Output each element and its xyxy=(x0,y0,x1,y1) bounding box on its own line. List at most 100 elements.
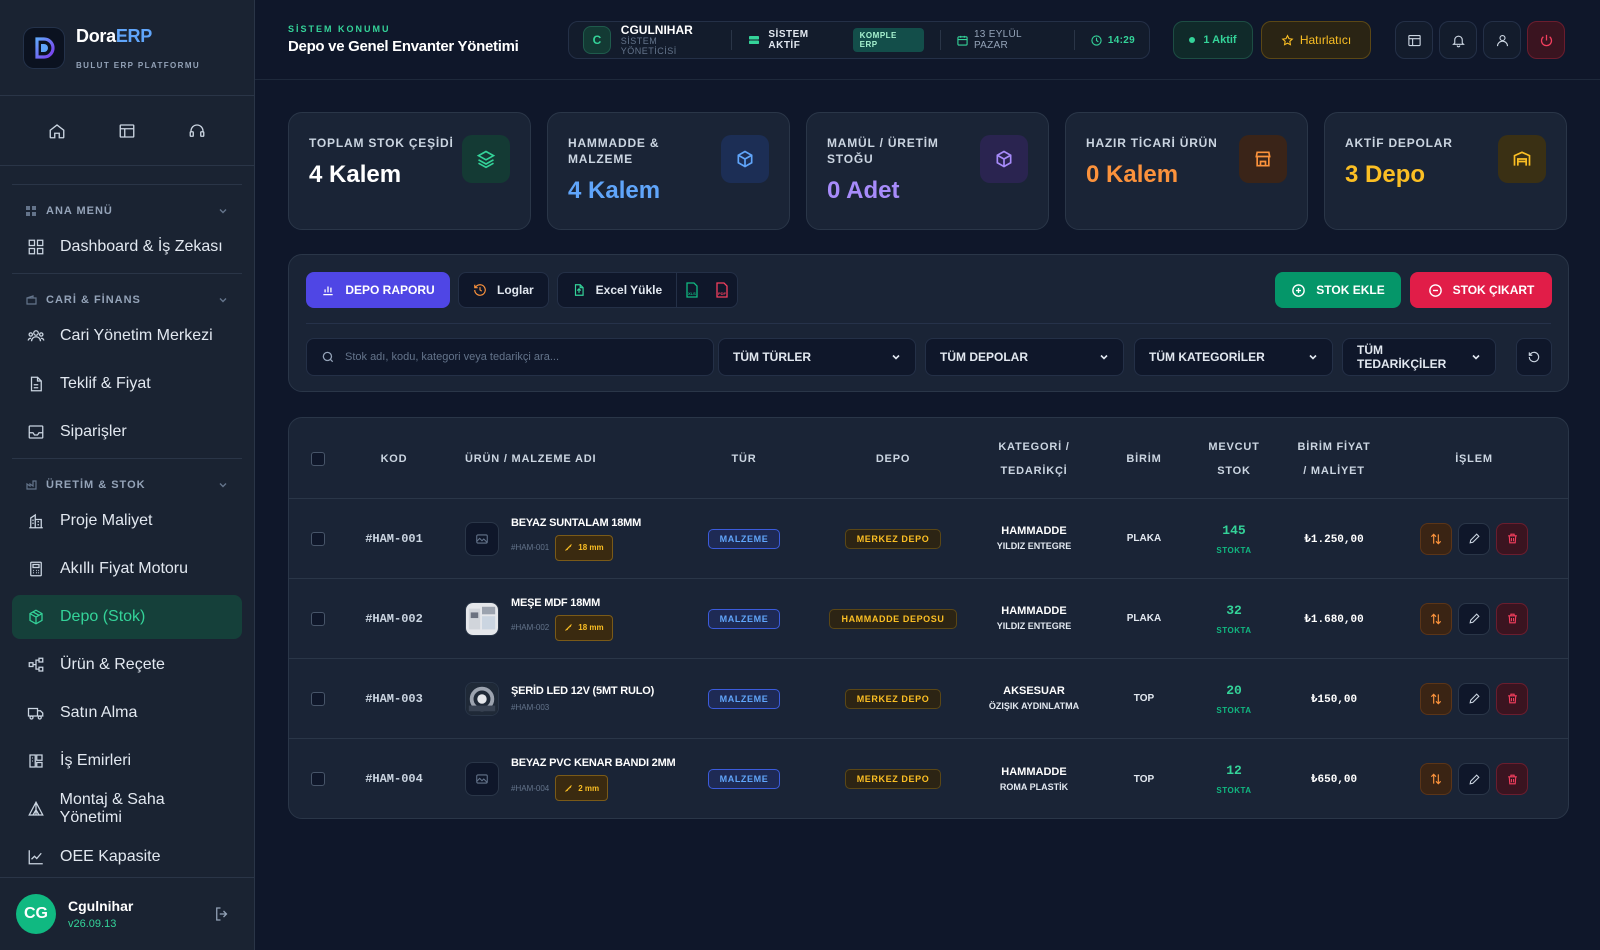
remove-stock-button[interactable]: STOK ÇIKART xyxy=(1410,272,1552,308)
layout-icon[interactable] xyxy=(113,117,141,145)
col-price[interactable]: BİRİM FİYAT / MALİYET xyxy=(1279,418,1389,499)
pencil-icon xyxy=(1468,533,1480,544)
layers-icon xyxy=(462,135,510,183)
ruler-icon xyxy=(565,784,573,792)
sidebar-item-oee[interactable]: OEE Kapasite xyxy=(12,835,242,879)
sidebar-item-teklif[interactable]: Teklif & Fiyat xyxy=(12,362,242,406)
row-checkbox[interactable] xyxy=(311,611,325,626)
sidebar-item-siparisler[interactable]: Siparişler xyxy=(12,410,242,454)
col-code[interactable]: KOD xyxy=(349,418,439,499)
edit-button[interactable] xyxy=(1458,763,1490,795)
table-row[interactable]: #HAM-004 BEYAZ PVC KENAR BANDI 2MM #HAM-… xyxy=(289,739,1568,818)
delete-button[interactable] xyxy=(1496,682,1528,715)
supplier-name: YILDIZ ENTEGRE xyxy=(996,621,1072,632)
excel-upload-button[interactable]: Excel Yükle xyxy=(558,273,678,307)
chevron-down-icon xyxy=(1308,352,1318,362)
col-depot[interactable]: DEPO xyxy=(813,418,973,499)
section-header[interactable]: ANA MENÜ xyxy=(12,199,242,223)
delete-button[interactable] xyxy=(1496,763,1528,795)
actions-cell xyxy=(1409,739,1539,818)
edit-button[interactable] xyxy=(1458,522,1490,555)
stock-move-button[interactable] xyxy=(1420,763,1452,795)
sidebar-item-cari[interactable]: Cari Yönetim Merkezi xyxy=(12,314,242,358)
table-row[interactable]: #HAM-003 ŞERİD LED 12V (5MT RULO) #HAM-0… xyxy=(289,659,1568,739)
product-cell: ŞERİD LED 12V (5MT RULO) #HAM-003 xyxy=(465,659,654,738)
sidebar-item-label: Satın Alma xyxy=(60,704,138,721)
sidebar-item-dashboard[interactable]: Dashboard & İş Zekası xyxy=(12,225,242,269)
unit-cell: TOP xyxy=(1133,693,1155,704)
stat-card-depots: AKTİF DEPOLAR 3 Depo xyxy=(1324,112,1567,230)
stock-status: STOKTA xyxy=(1216,625,1252,635)
filter-supplier-select[interactable]: TÜM TEDARİKÇİLER xyxy=(1342,338,1496,376)
product-photo[interactable] xyxy=(465,601,499,636)
dora-logo[interactable] xyxy=(24,27,64,68)
minus-circle-icon xyxy=(1428,283,1442,297)
cube-alt-icon xyxy=(980,135,1028,183)
table-header: KOD ÜRÜN / MALZEME ADI TÜR DEPO KATEGORİ… xyxy=(289,418,1568,499)
layout-toggle-button[interactable] xyxy=(1395,21,1433,59)
col-stock[interactable]: MEVCUT STOK xyxy=(1189,418,1279,499)
sidebar-item-fiyat-motoru[interactable]: Akıllı Fiyat Motoru xyxy=(12,547,242,591)
reminder-button[interactable]: Hatırlatıcı xyxy=(1261,21,1371,59)
sidebar-item-depo[interactable]: Depo (Stok) xyxy=(12,595,242,639)
sidebar-item-urun-recete[interactable]: Ürün & Reçete xyxy=(12,643,242,687)
active-users-button[interactable]: 1 Aktif xyxy=(1173,21,1253,59)
section-header[interactable]: ÜRETİM & STOK xyxy=(12,473,242,497)
depot-report-button[interactable]: DEPO RAPORU xyxy=(306,272,450,308)
sidebar-item-satin-alma[interactable]: Satın Alma xyxy=(12,691,242,735)
row-checkbox[interactable] xyxy=(311,691,325,706)
image-icon[interactable] xyxy=(465,521,499,556)
history-icon xyxy=(474,284,486,296)
pdf-export-icon[interactable]: PDF xyxy=(707,282,737,298)
row-select-cell xyxy=(303,739,333,818)
search-input[interactable] xyxy=(345,351,685,363)
edit-button[interactable] xyxy=(1458,682,1490,715)
filter-depot-select[interactable]: TÜM DEPOLAR xyxy=(925,338,1124,376)
avatar[interactable]: CG xyxy=(16,894,56,934)
profile-button[interactable] xyxy=(1483,21,1521,59)
image-icon[interactable] xyxy=(465,762,499,796)
product-photo[interactable] xyxy=(465,681,499,716)
stock-move-button[interactable] xyxy=(1420,522,1452,555)
table-row[interactable]: #HAM-002 MEŞE MDF 18MM #HAM-002 18 mm MA… xyxy=(289,579,1568,659)
table-row[interactable]: #HAM-001 BEYAZ SUNTALAM 18MM #HAM-001 18… xyxy=(289,499,1568,579)
row-code: #HAM-003 xyxy=(365,691,423,706)
row-checkbox[interactable] xyxy=(311,531,325,546)
select-all-cell xyxy=(303,418,333,499)
add-stock-button[interactable]: STOK EKLE xyxy=(1275,272,1401,308)
col-type[interactable]: TÜR xyxy=(684,418,804,499)
stock-move-button[interactable] xyxy=(1420,682,1452,715)
chevron-down-icon xyxy=(218,206,228,216)
notifications-button[interactable] xyxy=(1439,21,1477,59)
filter-type-select[interactable]: TÜM TÜRLER xyxy=(718,338,916,376)
home-icon[interactable] xyxy=(43,117,71,145)
delete-button[interactable] xyxy=(1496,522,1528,555)
row-checkbox[interactable] xyxy=(311,772,325,786)
sidebar-item-proje-maliyet[interactable]: Proje Maliyet xyxy=(12,499,242,543)
stock-move-button[interactable] xyxy=(1420,602,1452,635)
server-icon xyxy=(748,34,760,46)
col-category[interactable]: KATEGORİ / TEDARİKÇİ xyxy=(969,418,1099,499)
xls-export-icon[interactable]: XLS xyxy=(677,282,707,298)
product-code: #HAM-003 xyxy=(511,703,550,712)
col-name[interactable]: ÜRÜN / MALZEME ADI xyxy=(465,418,625,499)
box-icon xyxy=(26,607,46,627)
logout-icon[interactable] xyxy=(213,905,231,923)
edit-button[interactable] xyxy=(1458,602,1490,635)
logs-button[interactable]: Loglar xyxy=(458,272,549,308)
svg-text:XLS: XLS xyxy=(688,291,696,296)
col-unit[interactable]: BİRİM xyxy=(1104,418,1184,499)
delete-button[interactable] xyxy=(1496,602,1528,635)
power-button[interactable] xyxy=(1527,21,1565,59)
row-select-cell xyxy=(303,659,333,738)
headset-icon[interactable] xyxy=(183,117,211,145)
sidebar-item-montaj[interactable]: Montaj & Saha Yönetimi xyxy=(12,787,242,831)
sidebar-item-is-emirleri[interactable]: İş Emirleri xyxy=(12,739,242,783)
calendar-icon xyxy=(957,35,968,46)
online-dot-icon xyxy=(1189,37,1196,43)
section-header[interactable]: CARİ & FİNANS xyxy=(12,288,242,312)
reset-filters-button[interactable] xyxy=(1516,338,1552,376)
type-badge: MALZEME xyxy=(707,769,781,789)
select-all-checkbox[interactable] xyxy=(311,451,325,466)
filter-category-select[interactable]: TÜM KATEGORİLER xyxy=(1134,338,1333,376)
